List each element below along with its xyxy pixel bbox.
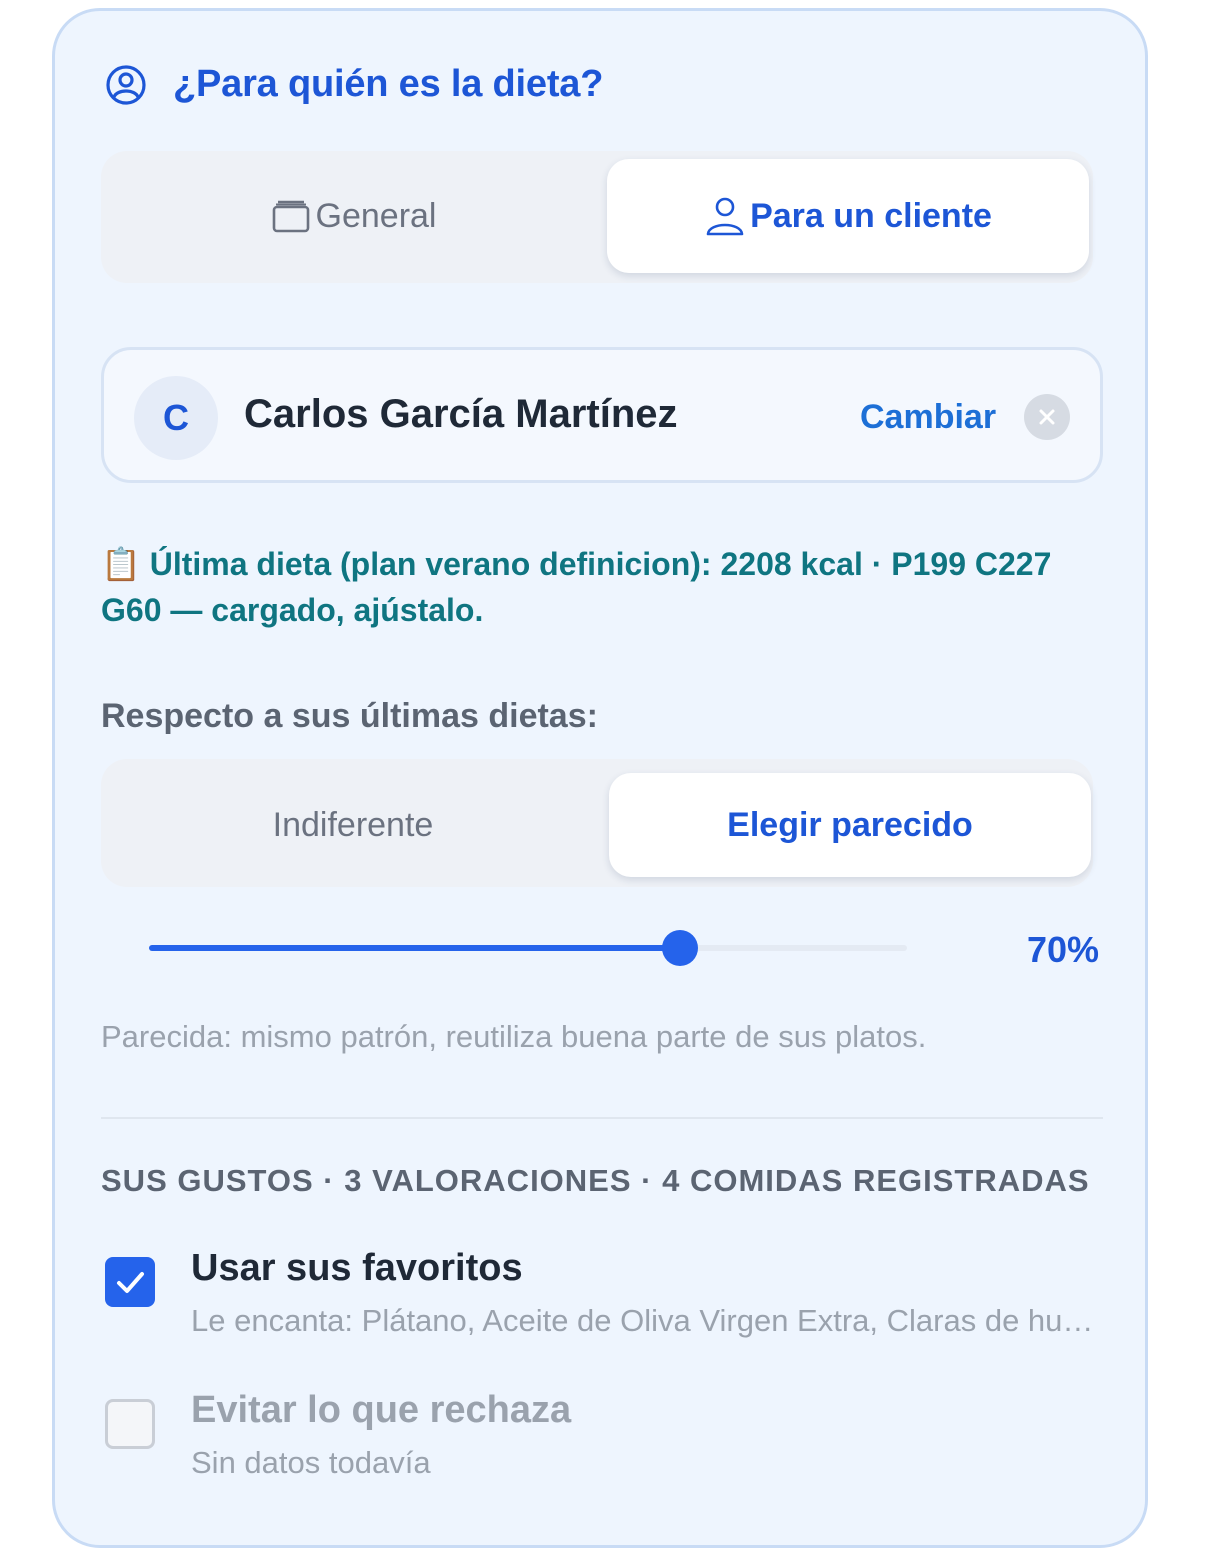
clipboard-icon: 📋 bbox=[101, 546, 141, 582]
divider bbox=[101, 1117, 1103, 1119]
avoid-rejected-checkbox[interactable] bbox=[105, 1399, 155, 1449]
tab-general[interactable]: General bbox=[101, 159, 605, 273]
use-favorites-checkbox[interactable] bbox=[105, 1257, 155, 1307]
client-name: Carlos García Martínez bbox=[244, 392, 678, 436]
similarity-segmented-control: Indiferente Elegir parecido bbox=[101, 759, 1093, 887]
slider-fill bbox=[149, 945, 680, 951]
similarity-label: Respecto a sus últimas dietas: bbox=[101, 697, 598, 735]
diet-target-card: ¿Para quién es la dieta? General Para un… bbox=[52, 8, 1148, 1548]
use-favorites-title: Usar sus favoritos bbox=[191, 1247, 523, 1289]
similarity-description: Parecida: mismo patrón, reutiliza buena … bbox=[101, 1019, 927, 1054]
section-header: ¿Para quién es la dieta? bbox=[105, 63, 603, 106]
tab-general-label: General bbox=[315, 196, 437, 235]
selected-client: C Carlos García Martínez Cambiar bbox=[101, 347, 1103, 483]
last-diet-text: Última dieta (plan verano definicion): 2… bbox=[101, 546, 1052, 628]
last-diet-info: 📋 Última dieta (plan verano definicion):… bbox=[101, 541, 1081, 633]
avoid-rejected-title: Evitar lo que rechaza bbox=[191, 1389, 572, 1431]
slider-thumb[interactable] bbox=[662, 930, 698, 966]
tab-client[interactable]: Para un cliente bbox=[607, 159, 1089, 273]
section-title: ¿Para quién es la dieta? bbox=[173, 63, 604, 105]
target-segmented-control: General Para un cliente bbox=[101, 151, 1093, 283]
option-similar[interactable]: Elegir parecido bbox=[609, 773, 1091, 877]
user-circle-icon bbox=[105, 64, 147, 106]
tastes-heading: SUS GUSTOS · 3 VALORACIONES · 4 COMIDAS … bbox=[101, 1163, 1090, 1198]
tab-client-label: Para un cliente bbox=[750, 196, 992, 235]
remove-client-button[interactable] bbox=[1024, 394, 1070, 440]
change-client-button[interactable]: Cambiar bbox=[860, 398, 996, 437]
checkmark-icon bbox=[117, 1272, 144, 1293]
avatar: C bbox=[134, 376, 218, 460]
use-favorites-subtitle: Le encanta: Plátano, Aceite de Oliva Vir… bbox=[191, 1303, 1103, 1338]
close-icon bbox=[1039, 409, 1055, 425]
option-indifferent[interactable]: Indiferente bbox=[101, 773, 605, 877]
stack-icon bbox=[270, 195, 312, 237]
avoid-rejected-subtitle: Sin datos todavía bbox=[191, 1445, 431, 1480]
user-icon bbox=[704, 195, 746, 237]
similarity-slider[interactable] bbox=[149, 929, 907, 969]
slider-value: 70% bbox=[1027, 929, 1100, 970]
